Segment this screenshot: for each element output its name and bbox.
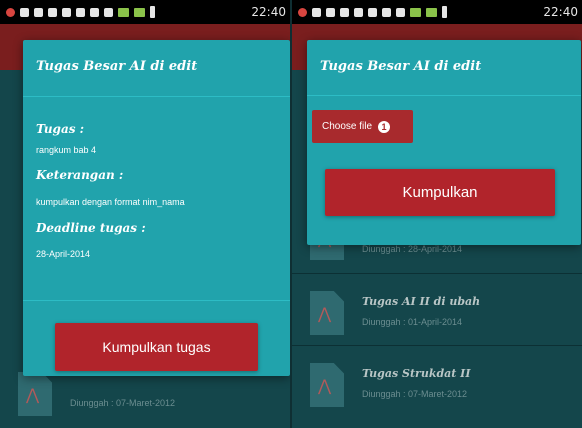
file-count-badge: 1 — [378, 120, 391, 133]
battery-icon — [442, 6, 447, 18]
tugas-value: rangkum bab 4 — [36, 145, 97, 155]
signal-icon — [118, 7, 129, 17]
signal-icon — [410, 7, 421, 17]
pdf-file-icon: ⋀ — [18, 372, 52, 416]
image-icon — [326, 7, 335, 17]
status-time: 22:40 — [543, 5, 578, 19]
list-item-subtitle: Diunggah : 07-Maret-2012 — [70, 398, 176, 408]
download-icon — [76, 7, 85, 17]
image-icon — [34, 7, 43, 17]
upload-dialog: Tugas Besar AI di edit Choose file 1 Kum… — [307, 40, 581, 245]
pdf-file-icon: ⋀ — [310, 291, 344, 335]
whatsapp-icon — [340, 7, 349, 17]
deadline-value: 28-April-2014 — [36, 249, 91, 259]
status-bar: 22:40 — [0, 0, 290, 24]
notification-icon — [298, 7, 307, 17]
list-item[interactable]: ⋀ Tugas AI II di ubah Diunggah : 01-Apri… — [292, 279, 582, 355]
keterangan-value: kumpulkan dengan format nim_nama — [36, 197, 185, 207]
gallery-icon — [312, 7, 321, 17]
pdf-file-icon: ⋀ — [310, 363, 344, 407]
dialog-title: Tugas Besar AI di edit — [320, 59, 482, 74]
right-screen: 22:40 ⋀ Diunggah : 28-April-2014 ⋀ Tugas… — [292, 0, 582, 428]
status-icons — [292, 6, 447, 18]
list-item-subtitle: Diunggah : 07-Maret-2012 — [362, 389, 468, 399]
mute-icon — [90, 7, 99, 17]
submit-task-button[interactable]: Kumpulkan tugas — [55, 323, 258, 371]
tugas-label: Tugas : — [36, 122, 85, 136]
list-item-subtitle: Diunggah : 01-April-2014 — [362, 317, 463, 327]
notification-icon — [6, 7, 15, 17]
choose-file-label: Choose file — [322, 121, 373, 132]
task-detail-dialog: Tugas Besar AI di edit Tugas : rangkum b… — [23, 40, 290, 376]
submit-button[interactable]: Kumpulkan — [325, 169, 555, 216]
divider — [292, 345, 582, 346]
list-item-title: Tugas Strukdat II — [362, 367, 471, 380]
list-item-title: Tugas AI II di ubah — [362, 295, 481, 308]
mute-icon — [382, 7, 391, 17]
divider — [23, 96, 290, 97]
signal-2-icon — [134, 7, 145, 17]
deadline-label: Deadline tugas : — [36, 221, 146, 235]
divider — [23, 300, 290, 301]
battery-icon — [150, 6, 155, 18]
keterangan-label: Keterangan : — [36, 168, 124, 182]
list-item-subtitle: Diunggah : 28-April-2014 — [362, 244, 463, 254]
dialog-title: Tugas Besar AI di edit — [36, 59, 198, 74]
choose-file-button[interactable]: Choose file 1 — [312, 110, 413, 143]
whatsapp-icon — [48, 7, 57, 17]
message-icon — [354, 7, 363, 17]
list-item[interactable]: ⋀ Tugas Strukdat II Diunggah : 07-Maret-… — [292, 351, 582, 427]
wifi-icon — [396, 7, 405, 17]
status-time: 22:40 — [251, 5, 286, 19]
download-icon — [368, 7, 377, 17]
status-icons — [0, 6, 155, 18]
divider — [307, 95, 581, 96]
status-bar: 22:40 — [292, 0, 582, 24]
message-icon — [62, 7, 71, 17]
wifi-icon — [104, 7, 113, 17]
gallery-icon — [20, 7, 29, 17]
left-screen: 22:40 ⋀ Diunggah : 07-Maret-2012 Tugas B… — [0, 0, 290, 428]
signal-2-icon — [426, 7, 437, 17]
